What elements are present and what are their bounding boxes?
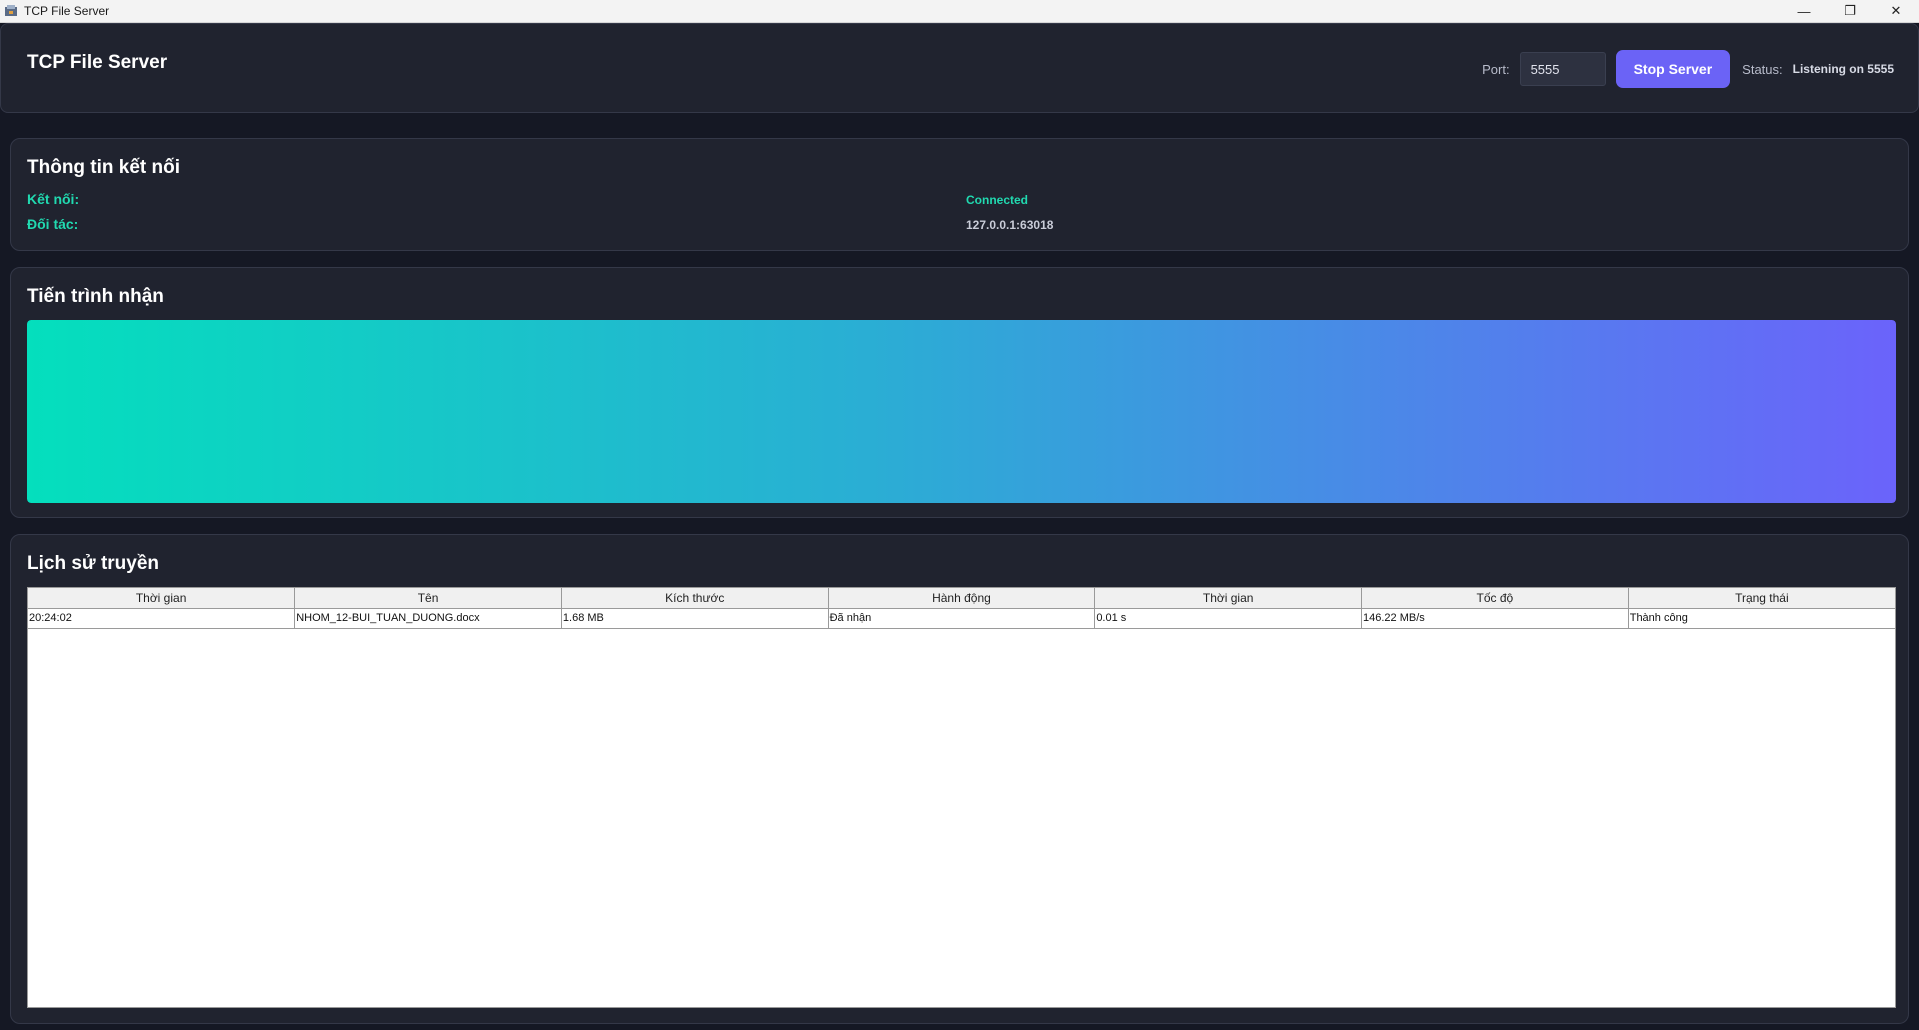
server-controls: Port: Stop Server Status: Listening on 5…	[1482, 50, 1894, 88]
history-card: Lịch sử truyền Thời gian Tên Kích thước Hàn…	[10, 534, 1909, 1024]
restore-icon[interactable]: ❐	[1827, 0, 1873, 22]
app-title: TCP File Server	[27, 52, 168, 73]
status-value: Listening on 5555	[1792, 62, 1894, 76]
table-row[interactable]: 20:24:02 NHOM_12-BUI_TUAN_DUONG.docx 1.68 …	[28, 608, 1895, 629]
table-body: 20:24:02 NHOM_12-BUI_TUAN_DUONG.docx 1.68 …	[28, 608, 1895, 629]
status-label: Status:	[1742, 61, 1783, 77]
history-title: Lịch sử truyền	[27, 553, 160, 574]
window-title: TCP File Server	[24, 4, 110, 18]
table-header-row: Thời gian Tên Kích thước Hành động Thời gian…	[28, 588, 1895, 609]
header-panel: TCP File Server Port: Stop Server Status…	[0, 23, 1919, 113]
history-table-container[interactable]: Thời gian Tên Kích thước Hành động Thời gian…	[27, 587, 1896, 1008]
close-icon[interactable]: ✕	[1873, 0, 1919, 22]
progress-card: Tiến trình nhận	[10, 267, 1909, 518]
column-header[interactable]: Kích thước	[561, 588, 829, 609]
column-header[interactable]: Trạng thái	[1628, 588, 1895, 609]
history-table: Thời gian Tên Kích thước Hành động Thời gian…	[28, 588, 1895, 629]
stop-server-button[interactable]: Stop Server	[1615, 50, 1731, 88]
table-cell: Thành công	[1628, 608, 1895, 629]
table-cell: 1.68 MB	[561, 608, 829, 629]
table-cell: 146.22 MB/s	[1361, 608, 1629, 629]
connection-value: Connected	[966, 193, 1029, 207]
peer-value: 127.0.0.1:63018	[966, 218, 1054, 232]
progress-title: Tiến trình nhận	[27, 286, 164, 307]
table-cell: Đã nhận	[828, 608, 1096, 629]
connection-title: Thông tin kết nối	[27, 157, 181, 178]
column-header[interactable]: Tên	[294, 588, 562, 609]
window-titlebar: TCP File Server — ❐ ✕	[0, 0, 1919, 23]
port-label: Port:	[1482, 61, 1510, 77]
table-cell: 20:24:02	[28, 608, 296, 629]
column-header[interactable]: Thời gian	[28, 588, 296, 609]
progress-bar	[27, 320, 1896, 503]
peer-label: Đối tác:	[27, 216, 79, 232]
minimize-icon[interactable]: —	[1781, 0, 1827, 22]
progress-bar-fill	[27, 320, 1896, 503]
connection-card: Thông tin kết nối Kết nối: Connected Đối…	[10, 138, 1909, 251]
table-cell: NHOM_12-BUI_TUAN_DUONG.docx	[294, 608, 562, 629]
column-header[interactable]: Hành động	[828, 588, 1096, 609]
column-header[interactable]: Thời gian	[1094, 588, 1363, 609]
connection-label: Kết nối:	[27, 191, 80, 207]
port-input[interactable]	[1519, 52, 1606, 86]
table-cell: 0.01 s	[1094, 608, 1363, 629]
column-header[interactable]: Tốc độ	[1361, 588, 1629, 609]
app-icon	[3, 3, 19, 19]
